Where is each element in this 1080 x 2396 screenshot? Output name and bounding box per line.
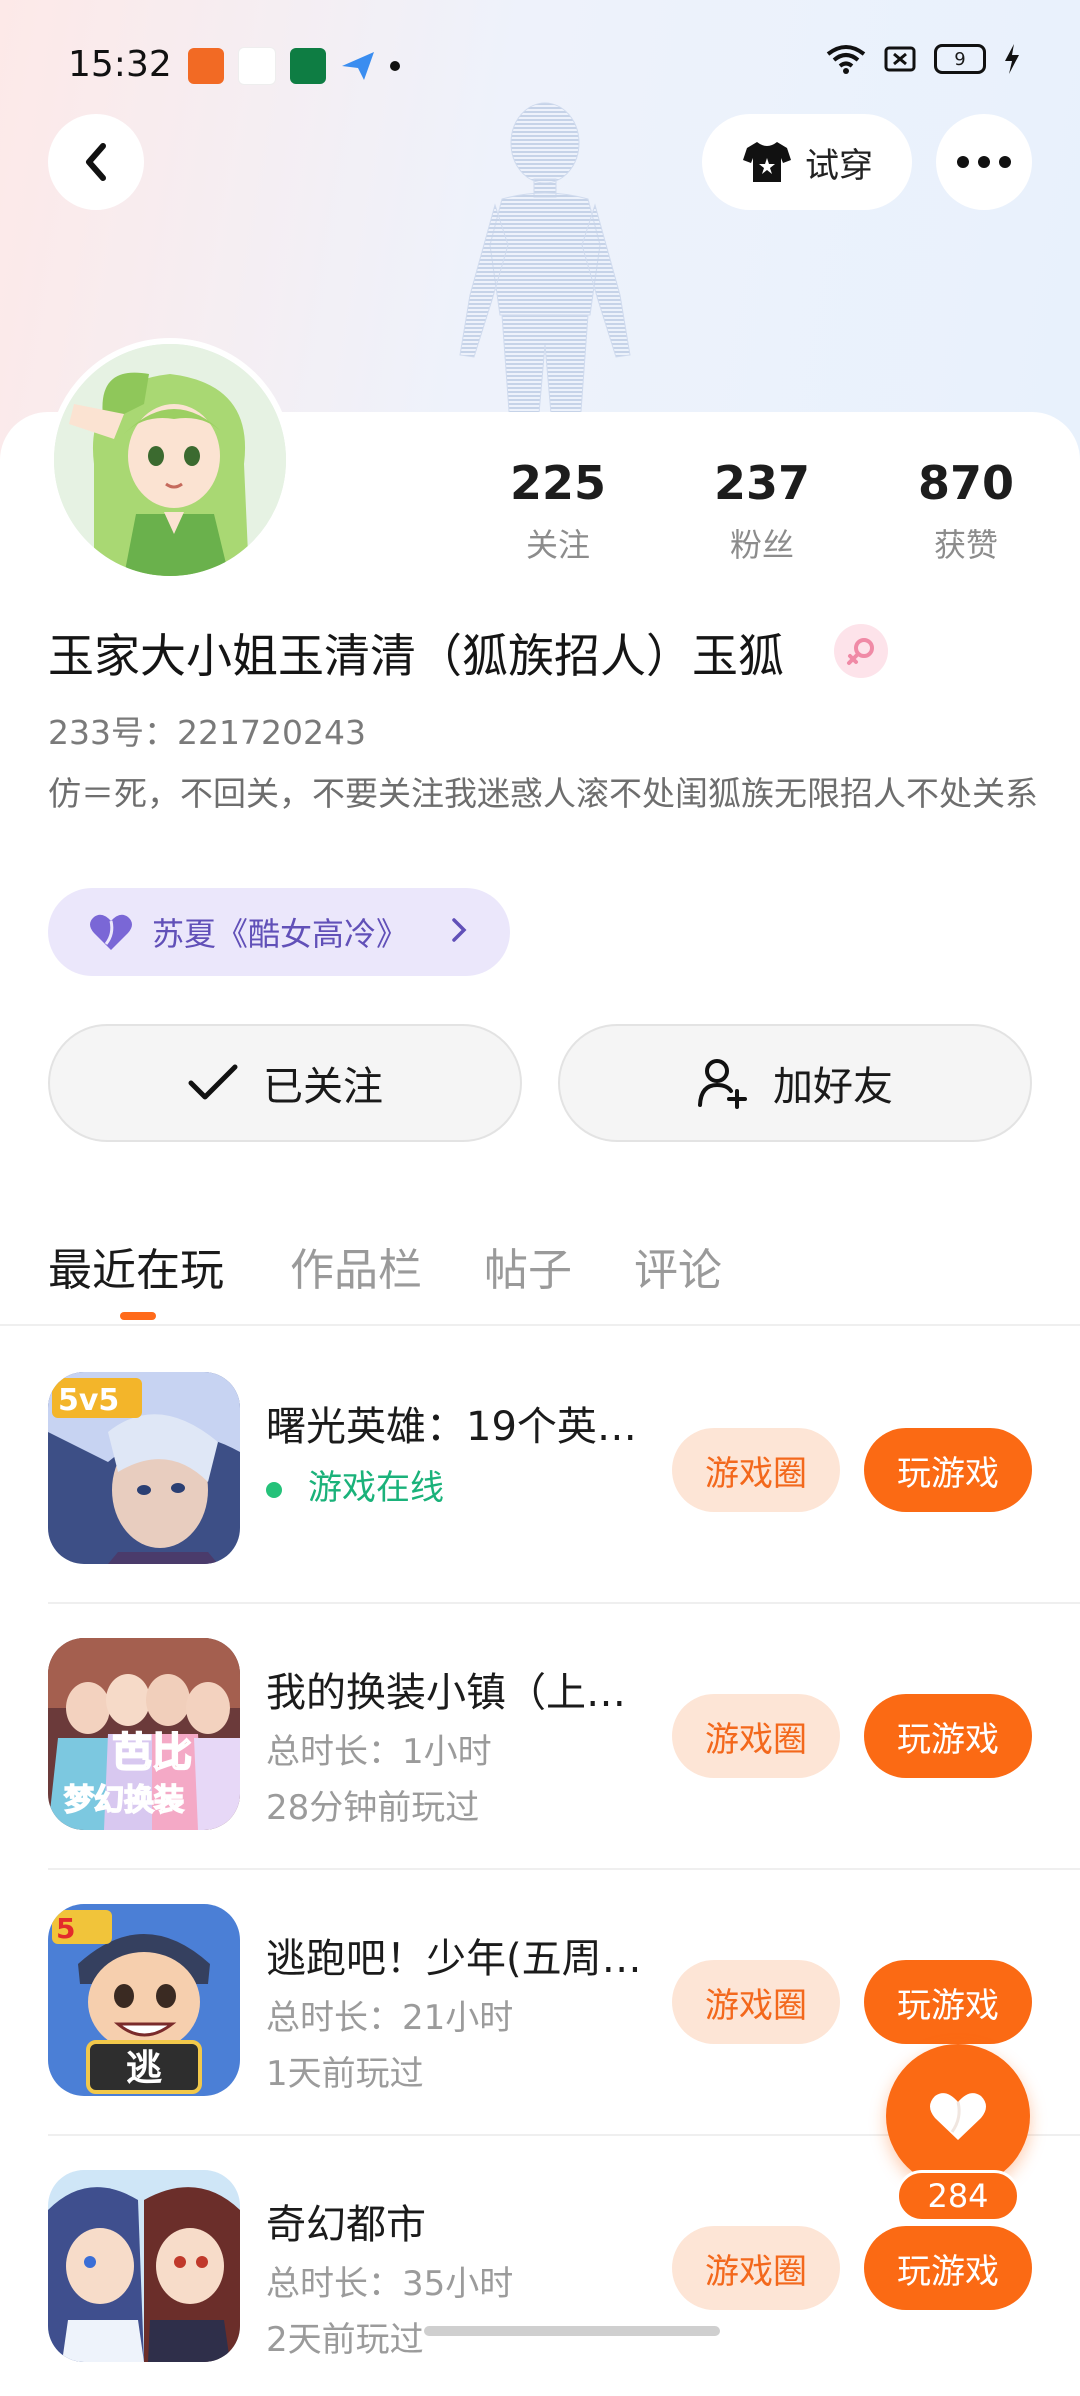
relationship-tag[interactable]: 苏夏《酷女高冷》: [48, 888, 510, 976]
try-on-label: 试穿: [805, 145, 873, 186]
game-online-status: 游戏在线: [266, 1460, 444, 1509]
stat-fans-label: 粉丝: [729, 526, 794, 564]
heart-icon: [930, 2093, 986, 2140]
sim-disabled-icon: [884, 46, 916, 72]
game-total-time: 总时长：21小时: [266, 1998, 514, 2038]
status-bar: 15:32 9: [0, 0, 1080, 130]
list-item[interactable]: 5v5 曙光英雄：19个英… 游戏在线 游戏圈 玩游戏: [48, 1332, 1080, 1598]
play-game-button[interactable]: 玩游戏: [864, 1428, 1032, 1512]
like-count-badge: 284: [896, 2170, 1020, 2222]
heart-icon: [90, 914, 132, 950]
svg-text:梦幻换装: 梦幻换装: [64, 1783, 184, 1818]
profile-bio: 仿＝死，不回关，不要关注我迷惑人滚不处闺狐族无限招人不处关系: [48, 774, 1038, 813]
stat-fans-value: 237: [713, 456, 811, 510]
more-dots-icon: [957, 156, 1011, 168]
add-friend-label: 加好友: [773, 1064, 893, 1110]
wifi-icon: [826, 45, 866, 74]
tab-recently-played[interactable]: 最近在玩: [48, 1234, 224, 1298]
game-circle-button[interactable]: 游戏圈: [672, 1960, 840, 2044]
add-friend-button[interactable]: 加好友: [558, 1024, 1032, 1142]
online-dot-icon: [266, 1481, 282, 1498]
tab-posts[interactable]: 帖子: [484, 1234, 572, 1298]
chevron-right-icon: [452, 918, 467, 942]
tab-works[interactable]: 作品栏: [290, 1234, 422, 1298]
play-game-button[interactable]: 玩游戏: [864, 1960, 1032, 2044]
game-last-played: 2天前玩过: [266, 2320, 424, 2360]
stat-fans[interactable]: 237 粉丝: [682, 456, 842, 566]
game-circle-button[interactable]: 游戏圈: [672, 1694, 840, 1778]
avatar[interactable]: [48, 338, 292, 582]
profile-nickname: 玉家大小姐玉清清（狐族招人）玉狐: [48, 629, 784, 683]
game-circle-button[interactable]: 游戏圈: [672, 1428, 840, 1512]
profile-tabs: 最近在玩 作品栏 帖子 评论: [0, 1220, 1080, 1326]
list-item[interactable]: 芭比 梦幻换装 我的换装小镇（上… 总时长：1小时 28分钟前玩过 游戏圈 玩游…: [48, 1598, 1080, 1864]
stat-likes-value: 870: [917, 456, 1015, 510]
game-circle-button[interactable]: 游戏圈: [672, 2226, 840, 2310]
followed-button[interactable]: 已关注: [48, 1024, 522, 1142]
stat-likes[interactable]: 870 获赞: [886, 456, 1046, 566]
svg-text:5v5: 5v5: [58, 1383, 119, 1418]
game-title: 逃跑吧！少年(五周…: [266, 1936, 642, 1982]
game-icon: 逃 5: [48, 1904, 240, 2096]
tshirt-icon: [743, 142, 791, 182]
play-game-button[interactable]: 玩游戏: [864, 2226, 1032, 2310]
app-notification-icon: [188, 48, 224, 84]
home-indicator[interactable]: [424, 2326, 720, 2336]
game-last-played: 1天前玩过: [266, 2054, 424, 2094]
checkmark-icon: [188, 1064, 238, 1100]
back-button[interactable]: [48, 114, 144, 210]
game-title: 我的换装小镇（上…: [266, 1670, 626, 1716]
battery-indicator: 9: [934, 44, 986, 74]
avatar-hologram-figure: [459, 102, 631, 425]
game-icon: [48, 2170, 240, 2362]
followed-label: 已关注: [263, 1064, 383, 1110]
game-icon: 芭比 梦幻换装: [48, 1638, 240, 1830]
svg-text:逃: 逃: [126, 2048, 162, 2089]
chevron-left-icon: [86, 143, 106, 181]
paint-app-notification-icon: [238, 47, 276, 85]
svg-text:芭比: 芭比: [112, 1730, 192, 1776]
game-total-time: 总时长：35小时: [266, 2264, 514, 2304]
more-button[interactable]: [936, 114, 1032, 210]
add-user-icon: [698, 1059, 747, 1109]
active-tab-indicator: [120, 1312, 156, 1320]
notification-icons: [188, 47, 400, 85]
send-notification-icon: [342, 52, 374, 80]
oppo-notification-icon: [290, 48, 326, 84]
status-time: 15:32: [68, 44, 172, 85]
game-total-time: 总时长：1小时: [266, 1732, 492, 1772]
svg-text:5: 5: [56, 1912, 75, 1945]
game-title: 曙光英雄：19个英…: [266, 1404, 637, 1450]
user-id: 233号：221720243: [48, 713, 366, 752]
game-icon: 5v5: [48, 1372, 240, 1564]
stat-following-label: 关注: [525, 526, 590, 564]
charging-icon: [1005, 44, 1019, 74]
play-game-button[interactable]: 玩游戏: [864, 1694, 1032, 1778]
relationship-tag-label: 苏夏《酷女高冷》: [152, 915, 409, 953]
more-notifications-dot-icon: [390, 61, 400, 71]
try-on-button[interactable]: 试穿: [702, 114, 912, 210]
stat-following[interactable]: 225 关注: [478, 456, 638, 566]
game-title: 奇幻都市: [266, 2202, 426, 2248]
stat-likes-label: 获赞: [933, 526, 998, 564]
female-gender-icon: [834, 624, 888, 678]
system-icons: 9: [826, 44, 1020, 74]
stat-following-value: 225: [509, 456, 607, 510]
anime-avatar-image: [54, 344, 286, 576]
game-last-played: 28分钟前玩过: [266, 1788, 480, 1828]
tab-comments[interactable]: 评论: [634, 1234, 722, 1298]
like-fab-button[interactable]: [886, 2044, 1030, 2188]
